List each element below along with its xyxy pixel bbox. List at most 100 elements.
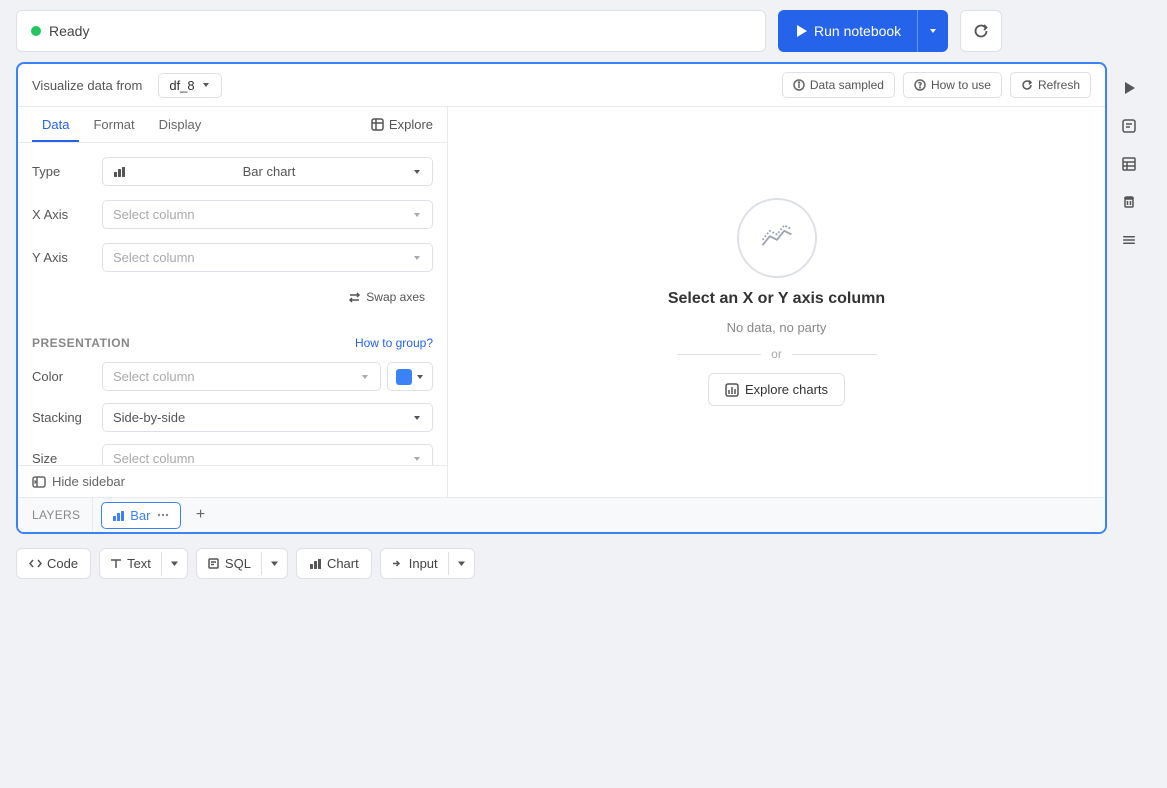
type-select[interactable]: Bar chart bbox=[102, 157, 433, 186]
bar-layer-tab[interactable]: Bar bbox=[101, 502, 180, 529]
visualize-label: Visualize data from bbox=[32, 78, 142, 93]
code-icon bbox=[29, 557, 42, 570]
caret-down-icon bbox=[928, 26, 938, 36]
menu-icon bbox=[1121, 232, 1137, 248]
cell-header: Visualize data from df_8 Data sampled bbox=[18, 64, 1105, 107]
color-caret-icon bbox=[360, 372, 370, 382]
main-layout: Visualize data from df_8 Data sampled bbox=[0, 62, 1167, 534]
color-label: Color bbox=[32, 369, 92, 384]
chart-area: Select an X or Y axis column No data, no… bbox=[448, 107, 1105, 497]
hide-sidebar-label: Hide sidebar bbox=[52, 474, 125, 489]
df-select[interactable]: df_8 bbox=[158, 73, 221, 98]
notebook-refresh-button[interactable] bbox=[960, 10, 1002, 52]
refresh-small-icon bbox=[1021, 79, 1033, 91]
text-button[interactable]: Text bbox=[100, 549, 161, 578]
sidebar: Data Format Display Explore bbox=[18, 107, 448, 497]
chart-label: Chart bbox=[327, 556, 359, 571]
tab-display[interactable]: Display bbox=[149, 107, 212, 142]
how-to-group-link[interactable]: How to group? bbox=[355, 336, 433, 350]
hide-sidebar-button[interactable]: Hide sidebar bbox=[18, 465, 447, 497]
run-button-main[interactable]: Run notebook bbox=[778, 23, 917, 39]
df-select-caret-icon bbox=[201, 80, 211, 90]
run-button-caret[interactable] bbox=[918, 26, 948, 36]
y-axis-placeholder: Select column bbox=[113, 250, 195, 265]
chart-divider: or bbox=[677, 347, 877, 361]
chart-empty-subtitle: No data, no party bbox=[727, 320, 827, 335]
menu-panel-button[interactable] bbox=[1113, 224, 1145, 256]
text-caret-icon bbox=[170, 559, 179, 568]
bar-layer-label: Bar bbox=[130, 508, 150, 523]
type-row: Type Bar chart bbox=[32, 157, 433, 186]
data-sampled-label: Data sampled bbox=[810, 78, 884, 92]
presentation-header: PRESENTATION How to group? bbox=[32, 336, 433, 350]
presentation-section: PRESENTATION How to group? Color Select … bbox=[32, 336, 433, 465]
size-caret-icon bbox=[412, 454, 422, 464]
top-bar: Ready Run notebook bbox=[0, 0, 1167, 62]
bar-layer-menu-icon[interactable] bbox=[156, 508, 170, 522]
input-dropdown-button[interactable] bbox=[448, 552, 474, 575]
x-axis-select[interactable]: Select column bbox=[102, 200, 433, 229]
table-panel-button[interactable] bbox=[1113, 148, 1145, 180]
sidebar-tabs: Data Format Display Explore bbox=[18, 107, 447, 143]
code-label: Code bbox=[47, 556, 78, 571]
x-axis-caret-icon bbox=[412, 210, 422, 220]
explore-button[interactable]: Explore bbox=[371, 111, 433, 138]
sql-dropdown-button[interactable] bbox=[261, 552, 287, 575]
swap-icon bbox=[348, 291, 361, 304]
color-swatch-button[interactable] bbox=[387, 362, 433, 391]
input-icon bbox=[391, 557, 404, 570]
stacking-value: Side-by-side bbox=[113, 410, 185, 425]
chart-empty-title: Select an X or Y axis column bbox=[668, 290, 885, 308]
explore-charts-label: Explore charts bbox=[745, 382, 828, 397]
input-caret-icon bbox=[457, 559, 466, 568]
status-pill: Ready bbox=[16, 10, 766, 52]
status-label: Ready bbox=[49, 23, 89, 39]
divider-or-text: or bbox=[771, 347, 782, 361]
play-icon bbox=[794, 24, 808, 38]
explore-charts-button[interactable]: Explore charts bbox=[708, 373, 845, 406]
text-panel-icon bbox=[1121, 118, 1137, 134]
swatch-caret-icon bbox=[416, 373, 424, 381]
text-dropdown-button[interactable] bbox=[161, 552, 187, 575]
run-panel-button[interactable] bbox=[1113, 72, 1145, 104]
divider-line-right bbox=[792, 354, 877, 355]
sidebar-form: Type Bar chart bbox=[18, 143, 447, 465]
color-row: Color Select column bbox=[32, 362, 433, 391]
divider-line-left bbox=[677, 354, 762, 355]
refresh-button[interactable]: Refresh bbox=[1010, 72, 1091, 98]
run-button-label: Run notebook bbox=[814, 23, 901, 39]
tab-format[interactable]: Format bbox=[83, 107, 144, 142]
bottom-toolbar: Code Text SQL bbox=[0, 534, 1167, 593]
input-button[interactable]: Input bbox=[381, 549, 448, 578]
code-button[interactable]: Code bbox=[16, 548, 91, 579]
cell-body: Data Format Display Explore bbox=[18, 107, 1105, 497]
question-icon bbox=[914, 79, 926, 91]
refresh-label: Refresh bbox=[1038, 78, 1080, 92]
color-column-select[interactable]: Select column bbox=[102, 362, 381, 391]
data-sampled-button[interactable]: Data sampled bbox=[782, 72, 895, 98]
sql-button[interactable]: SQL bbox=[197, 549, 261, 578]
tab-data[interactable]: Data bbox=[32, 107, 79, 142]
y-axis-select[interactable]: Select column bbox=[102, 243, 433, 272]
explore-icon bbox=[371, 118, 384, 131]
sql-label: SQL bbox=[225, 556, 251, 571]
run-notebook-button[interactable]: Run notebook bbox=[778, 10, 948, 52]
y-axis-row: Y Axis Select column bbox=[32, 243, 433, 272]
text-panel-button[interactable] bbox=[1113, 110, 1145, 142]
add-layer-button[interactable]: + bbox=[187, 501, 215, 529]
cell-header-right: Data sampled How to use Refresh bbox=[782, 72, 1091, 98]
color-select-group: Select column bbox=[102, 362, 433, 391]
input-button-group: Input bbox=[380, 548, 475, 579]
stacking-select[interactable]: Side-by-side bbox=[102, 403, 433, 432]
cell-tabs-bar: LAYERS Bar + bbox=[18, 497, 1105, 532]
type-label: Type bbox=[32, 164, 92, 179]
delete-panel-button[interactable] bbox=[1113, 186, 1145, 218]
refresh-icon bbox=[973, 23, 989, 39]
sql-icon bbox=[207, 557, 220, 570]
sql-button-group: SQL bbox=[196, 548, 288, 579]
swap-axes-button[interactable]: Swap axes bbox=[340, 286, 433, 308]
how-to-use-button[interactable]: How to use bbox=[903, 72, 1002, 98]
size-select[interactable]: Select column bbox=[102, 444, 433, 465]
chart-button[interactable]: Chart bbox=[296, 548, 372, 579]
color-swatch bbox=[396, 369, 412, 385]
